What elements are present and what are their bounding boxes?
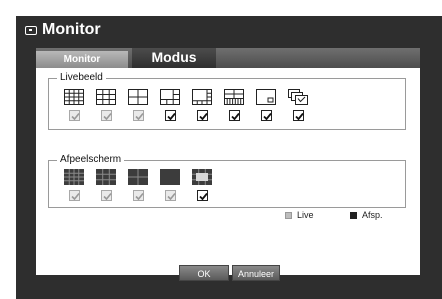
tab-bar: Monitor Modus bbox=[36, 48, 420, 68]
afspeelscherm-label: Afpeelscherm bbox=[57, 153, 125, 167]
afsp-legend-label: Afsp. bbox=[362, 210, 383, 220]
pip-icon[interactable] bbox=[256, 89, 276, 105]
playback-split-6-checkbox[interactable] bbox=[197, 190, 208, 201]
livebeeld-group: Livebeeld bbox=[48, 71, 406, 130]
cancel-button[interactable]: Annuleer bbox=[232, 265, 280, 281]
live-split-16-checkbox[interactable] bbox=[69, 110, 80, 121]
split-16-icon[interactable] bbox=[64, 169, 84, 185]
live-legend-swatch bbox=[285, 212, 292, 219]
split-4-icon[interactable] bbox=[128, 169, 148, 185]
afspeelscherm-group: Afpeelscherm bbox=[48, 153, 406, 208]
live-sequence-checkbox[interactable] bbox=[293, 110, 304, 121]
monitor-dialog: Monitor Monitor Modus Livebeeld Afpeelsc… bbox=[16, 16, 442, 299]
ok-button[interactable]: OK bbox=[179, 265, 229, 281]
split-9-icon[interactable] bbox=[96, 169, 116, 185]
afsp-legend-swatch bbox=[350, 212, 357, 219]
tab-monitor[interactable]: Monitor bbox=[36, 51, 128, 68]
playback-split-16-checkbox[interactable] bbox=[69, 190, 80, 201]
live-split-9-checkbox[interactable] bbox=[101, 110, 112, 121]
split-6-icon[interactable] bbox=[192, 169, 212, 185]
monitor-icon bbox=[25, 26, 37, 35]
live-legend-label: Live bbox=[297, 210, 314, 220]
modus-panel: Livebeeld Afpeelscherm Live Afsp. bbox=[36, 68, 420, 275]
playback-split-4-checkbox[interactable] bbox=[133, 190, 144, 201]
split-6-icon[interactable] bbox=[160, 89, 180, 105]
live-split-6-checkbox[interactable] bbox=[165, 110, 176, 121]
split-13-icon[interactable] bbox=[224, 89, 244, 105]
split-9-icon[interactable] bbox=[96, 89, 116, 105]
split-16-icon[interactable] bbox=[64, 89, 84, 105]
sequence-icon[interactable] bbox=[288, 89, 308, 105]
dialog-title: Monitor bbox=[42, 21, 101, 38]
live-split-13-checkbox[interactable] bbox=[229, 110, 240, 121]
live-split-4-checkbox[interactable] bbox=[133, 110, 144, 121]
playback-single-checkbox[interactable] bbox=[165, 190, 176, 201]
live-split-8-checkbox[interactable] bbox=[197, 110, 208, 121]
playback-split-9-checkbox[interactable] bbox=[101, 190, 112, 201]
split-4-icon[interactable] bbox=[128, 89, 148, 105]
live-pip-checkbox[interactable] bbox=[261, 110, 272, 121]
title-bar: Monitor bbox=[16, 16, 442, 44]
livebeeld-label: Livebeeld bbox=[57, 71, 106, 85]
split-8-icon[interactable] bbox=[192, 89, 212, 105]
single-icon[interactable] bbox=[160, 169, 180, 185]
tab-modus[interactable]: Modus bbox=[132, 48, 216, 68]
